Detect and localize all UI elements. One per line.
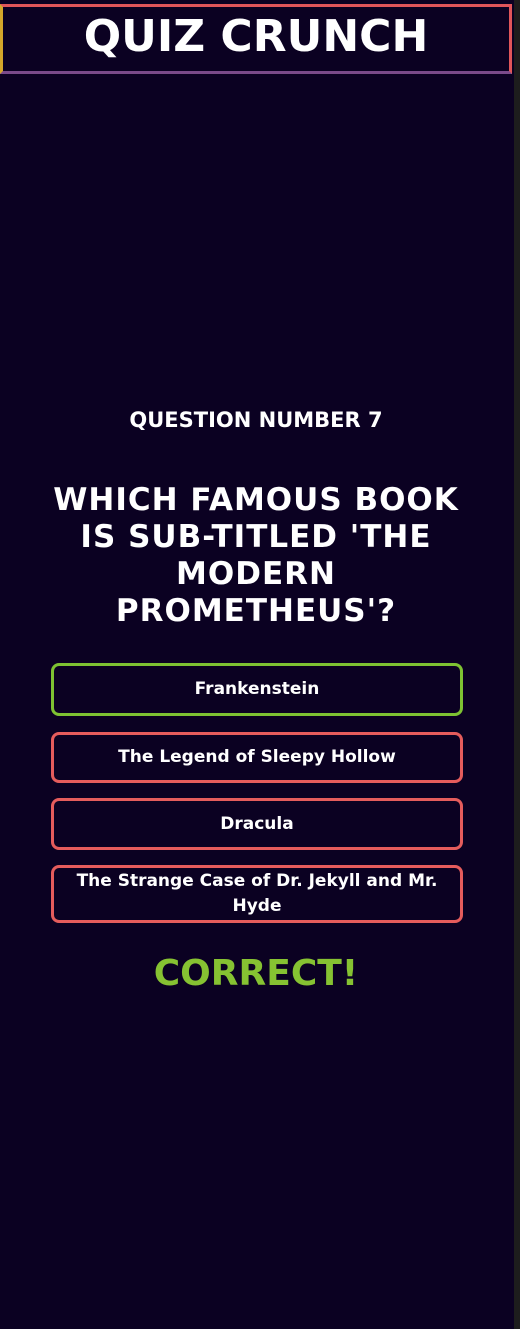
answer-button-dracula[interactable]: Dracula — [51, 798, 463, 850]
app-title: QUIZ CRUNCH — [83, 11, 429, 62]
answer-list: Frankenstein The Legend of Sleepy Hollow… — [51, 663, 463, 923]
answer-button-jekyll-hyde[interactable]: The Strange Case of Dr. Jekyll and Mr. H… — [51, 865, 463, 923]
answer-button-frankenstein[interactable]: Frankenstein — [51, 663, 463, 716]
question-number: QUESTION NUMBER 7 — [129, 408, 383, 432]
app-header: QUIZ CRUNCH — [0, 4, 512, 74]
window-edge — [514, 0, 520, 1329]
question-text: WHICH FAMOUS BOOK IS SUB-TITLED 'THE MOD… — [53, 482, 459, 629]
result-message: CORRECT! — [153, 953, 359, 994]
answer-button-sleepy-hollow[interactable]: The Legend of Sleepy Hollow — [51, 732, 463, 783]
